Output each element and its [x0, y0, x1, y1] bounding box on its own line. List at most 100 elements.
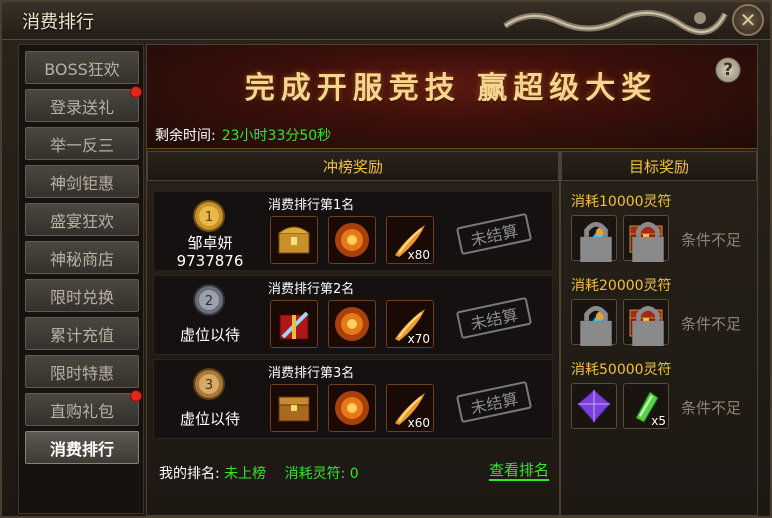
- target-reward-item[interactable]: [571, 215, 617, 262]
- silver-medal-icon: 2: [193, 284, 225, 316]
- sidebar-item-exchange[interactable]: 限时兑换: [25, 279, 139, 312]
- fire-emblem-icon: [335, 223, 369, 257]
- lock-icon: [580, 305, 612, 346]
- sidebar-item-juyifansan[interactable]: 举一反三: [25, 127, 139, 160]
- reward-emblem-item[interactable]: [328, 384, 376, 432]
- close-icon: ✕: [739, 8, 757, 32]
- notification-dot-icon: [130, 390, 142, 402]
- target-reward-item[interactable]: [571, 383, 617, 429]
- condition-unmet-label: 条件不足: [681, 315, 742, 333]
- rank-row-3: 3 虚位以待 消费排行第3名 x60 未结算: [153, 359, 553, 439]
- event-banner: 完成开服竞技 赢超级大奖 ? 剩余时间: 23小时33分50秒: [147, 45, 757, 149]
- reward-emblem-item[interactable]: [328, 300, 376, 348]
- rank-rewards-header: 冲榜奖励: [147, 151, 559, 181]
- close-button[interactable]: ✕: [732, 4, 764, 36]
- target-rewards-header: 目标奖励: [561, 151, 757, 181]
- rank-3-title: 消费排行第3名: [268, 366, 355, 381]
- target-reward-item[interactable]: [623, 215, 669, 262]
- sidebar-item-label: 直购礼包: [49, 401, 114, 421]
- sidebar-item-label: 神剑钜惠: [49, 173, 114, 193]
- svg-text:2: 2: [205, 294, 213, 309]
- dragon-ornament-icon: [503, 9, 728, 35]
- lock-icon: [632, 221, 664, 262]
- rank-rewards-title: 冲榜奖励: [322, 157, 383, 176]
- sidebar-item-label: 盛宴狂欢: [49, 211, 114, 231]
- sidebar-item-sword-deal[interactable]: 神剑钜惠: [25, 165, 139, 198]
- ranking-window: 消费排行 ✕ BOSS狂欢 登录送礼 举一反三 神剑钜惠 盛宴狂欢 神秘商店 限…: [0, 0, 772, 518]
- help-icon: ?: [723, 60, 733, 80]
- target-reward-item[interactable]: [623, 299, 669, 346]
- main-panel: 完成开服竞技 赢超级大奖 ? 剩余时间: 23小时33分50秒 冲榜奖励 目标奖励…: [146, 44, 758, 517]
- sidebar-item-recharge[interactable]: 累计充值: [25, 317, 139, 350]
- target-reward-item[interactable]: x5: [623, 383, 669, 429]
- svg-text:1: 1: [205, 210, 213, 225]
- fire-emblem-icon: [335, 391, 369, 425]
- reward-feather-item[interactable]: x80: [386, 216, 434, 264]
- sidebar-item-boss[interactable]: BOSS狂欢: [25, 51, 139, 84]
- rank-1-score: 9737876: [176, 252, 244, 270]
- remaining-time: 剩余时间: 23小时33分50秒: [155, 125, 331, 145]
- consume-label: 消耗灵符:: [284, 466, 346, 482]
- target-3-title: 消耗50000灵符: [571, 362, 672, 378]
- banner-slogan: 完成开服竞技 赢超级大奖: [244, 71, 658, 106]
- item-count: x5: [651, 414, 666, 428]
- window-title: 消费排行: [22, 12, 94, 33]
- my-rank-label: 我的排名:: [159, 466, 220, 482]
- remaining-time-label: 剩余时间:: [155, 128, 216, 144]
- sidebar-item-feast[interactable]: 盛宴狂欢: [25, 203, 139, 236]
- my-rank-value: 未上榜: [224, 466, 267, 482]
- sidebar-item-login-gift[interactable]: 登录送礼: [25, 86, 142, 122]
- sidebar-item-consume-rank[interactable]: 消费排行: [25, 431, 139, 464]
- unsettled-stamp: 未结算: [455, 212, 533, 256]
- red-giftbox-icon: [279, 311, 309, 340]
- view-ranking-link[interactable]: 查看排名: [489, 461, 550, 481]
- sidebar-item-label: 累计充值: [49, 325, 114, 345]
- remaining-time-value: 23小时33分50秒: [221, 128, 332, 144]
- target-1-title: 消耗10000灵符: [571, 194, 672, 210]
- lock-icon: [580, 221, 612, 262]
- rank-3-player-name: 虚位以待: [179, 410, 240, 428]
- sidebar-item-label: BOSS狂欢: [44, 59, 120, 79]
- reward-feather-item[interactable]: x70: [386, 300, 434, 348]
- rank-row-2: 2 虚位以待 消费排行第2名 x70 未结算: [153, 275, 553, 355]
- rank-1-player-name: 邹卓妍: [187, 234, 233, 252]
- bronze-medal-icon: 3: [193, 368, 225, 400]
- reward-feather-item[interactable]: x60: [386, 384, 434, 432]
- notification-dot-icon: [130, 86, 142, 98]
- my-rank-footer: 我的排名: 未上榜 消耗灵符: 0: [159, 463, 359, 483]
- target-rewards-title: 目标奖励: [628, 157, 689, 176]
- sidebar-item-label: 举一反三: [49, 135, 114, 155]
- target-row-1: 消耗10000灵符 条件不足: [565, 189, 747, 271]
- condition-unmet-label: 条件不足: [681, 399, 742, 417]
- lock-icon: [632, 305, 664, 346]
- consume-value: 0: [349, 466, 359, 482]
- rank-row-1: 1 邹卓妍 9737876 消费排行第1名 x80 未结算: [153, 191, 553, 271]
- reward-chest-item[interactable]: [270, 216, 318, 264]
- reward-emblem-item[interactable]: [328, 216, 376, 264]
- treasure-chest-icon: [278, 396, 310, 422]
- unsettled-stamp: 未结算: [455, 296, 533, 340]
- sidebar-item-label: 消费排行: [49, 439, 114, 459]
- reward-chest-item[interactable]: [270, 384, 318, 432]
- column-divider: [559, 151, 561, 517]
- purple-gem-icon: [577, 389, 611, 423]
- sidebar-item-special-offer[interactable]: 限时特惠: [25, 355, 139, 388]
- target-2-title: 消耗20000灵符: [571, 278, 672, 294]
- unsettled-stamp: 未结算: [455, 380, 533, 424]
- item-count: x70: [407, 332, 430, 346]
- sidebar-item-gift-pack[interactable]: 直购礼包: [25, 390, 142, 426]
- gold-medal-icon: 1: [193, 200, 225, 232]
- sidebar-item-label: 登录送礼: [49, 97, 114, 117]
- sidebar-item-label: 神秘商店: [49, 249, 114, 269]
- reward-box-item[interactable]: [270, 300, 318, 348]
- help-button[interactable]: ?: [715, 57, 741, 83]
- fire-emblem-icon: [335, 307, 369, 341]
- target-row-2: 消耗20000灵符 条件不足: [565, 273, 747, 355]
- condition-unmet-label: 条件不足: [681, 231, 742, 249]
- target-row-3: 消耗50000灵符 x5 条件不足: [565, 357, 747, 439]
- sidebar-item-label: 限时特惠: [49, 363, 114, 383]
- target-reward-item[interactable]: [571, 299, 617, 346]
- svg-text:3: 3: [205, 378, 213, 393]
- gold-chest-icon: [278, 226, 310, 254]
- sidebar-item-mystery-shop[interactable]: 神秘商店: [25, 241, 139, 274]
